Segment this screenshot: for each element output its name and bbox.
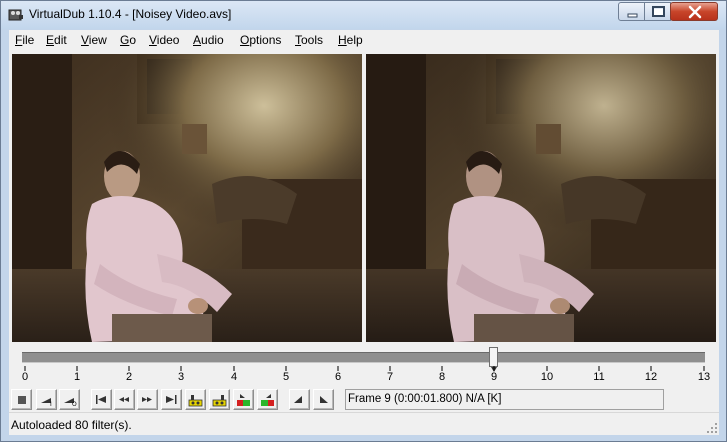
timeline-track[interactable] [22,352,705,363]
mark-out-icon [320,396,328,403]
tick-label: 10 [540,371,554,383]
menu-file[interactable]: File [15,33,34,47]
scene-back-icon [237,394,250,406]
output-video-frame [366,54,716,342]
prev-keyframe-icon [188,395,203,407]
tick-label: 3 [177,371,185,383]
play-output-button[interactable]: O [59,389,80,410]
timeline-ticks: 0 1 2 3 4 5 6 7 8 9 10 11 12 13 [9,366,719,386]
play-input-button[interactable]: I [36,389,57,410]
tick-label: 0 [21,371,29,383]
scene-forward-button[interactable] [257,389,278,410]
menu-audio[interactable]: Audio [193,33,224,47]
frame-position-display[interactable]: Frame 9 (0:00:01.800) N/A [K] [345,389,664,410]
tick-label: 2 [125,371,133,383]
scene-forward-icon [261,394,274,406]
start-button[interactable] [91,389,112,410]
prev-keyframe-button[interactable] [185,389,206,410]
mark-out-button[interactable] [313,389,334,410]
tick-label: 6 [334,371,342,383]
tick-label: 11 [593,371,605,383]
tick-label: 12 [644,371,658,383]
menu-bar: File Edit View Go Video Audio Options To… [9,30,719,51]
tick-label: 8 [438,371,446,383]
maximize-button[interactable] [644,2,671,21]
prev-frame-icon [119,397,129,402]
menu-go[interactable]: Go [120,33,136,47]
timeline-thumb[interactable] [489,347,498,367]
status-bar: Autoloaded 80 filter(s). [9,412,719,435]
play-input-icon: I [41,398,52,408]
menu-view[interactable]: View [81,33,107,47]
minimize-button[interactable] [618,2,645,21]
end-icon [166,395,177,404]
stop-button[interactable] [11,389,32,410]
menu-help[interactable]: Help [338,33,363,47]
title-bar[interactable]: VirtualDub 1.10.4 - [Noisey Video.avs] [1,1,726,29]
start-icon [96,395,106,404]
tick-label: 13 [697,371,711,383]
window-title: VirtualDub 1.10.4 - [Noisey Video.avs] [29,7,232,21]
close-button[interactable] [670,2,718,21]
prev-frame-button[interactable] [114,389,135,410]
mark-in-icon [294,396,302,403]
play-output-icon: O [64,398,77,408]
tick-label: 7 [386,371,394,383]
menu-edit[interactable]: Edit [46,33,67,47]
client-area: 0 1 2 3 4 5 6 7 8 9 10 11 12 13 I O Fram… [9,51,719,435]
next-frame-icon [142,397,152,402]
next-keyframe-icon [212,395,227,407]
scene-back-button[interactable] [233,389,254,410]
menu-tools[interactable]: Tools [295,33,323,47]
virtualdub-app-icon[interactable] [8,7,24,23]
tick-label: 9 [490,371,498,383]
resize-grip-icon[interactable] [706,422,718,434]
mark-in-button[interactable] [289,389,310,410]
tick-label: 4 [230,371,238,383]
tick-label: 5 [282,371,290,383]
menu-options[interactable]: Options [240,33,281,47]
minimize-icon [627,13,638,18]
output-video-pane[interactable] [366,54,716,342]
next-keyframe-button[interactable] [209,389,230,410]
app-window: VirtualDub 1.10.4 - [Noisey Video.avs] F… [0,0,727,442]
input-video-pane[interactable] [12,54,362,342]
input-video-frame [12,54,362,342]
tick-label: 1 [73,371,81,383]
status-text: Autoloaded 80 filter(s). [11,418,132,432]
tick-marks [24,366,705,371]
menu-video[interactable]: Video [149,33,179,47]
maximize-icon [652,6,665,17]
close-icon [688,5,702,19]
svg-text:O: O [72,401,77,408]
next-frame-button[interactable] [137,389,158,410]
end-button[interactable] [161,389,182,410]
svg-text:I: I [50,401,52,408]
stop-icon [18,396,26,404]
